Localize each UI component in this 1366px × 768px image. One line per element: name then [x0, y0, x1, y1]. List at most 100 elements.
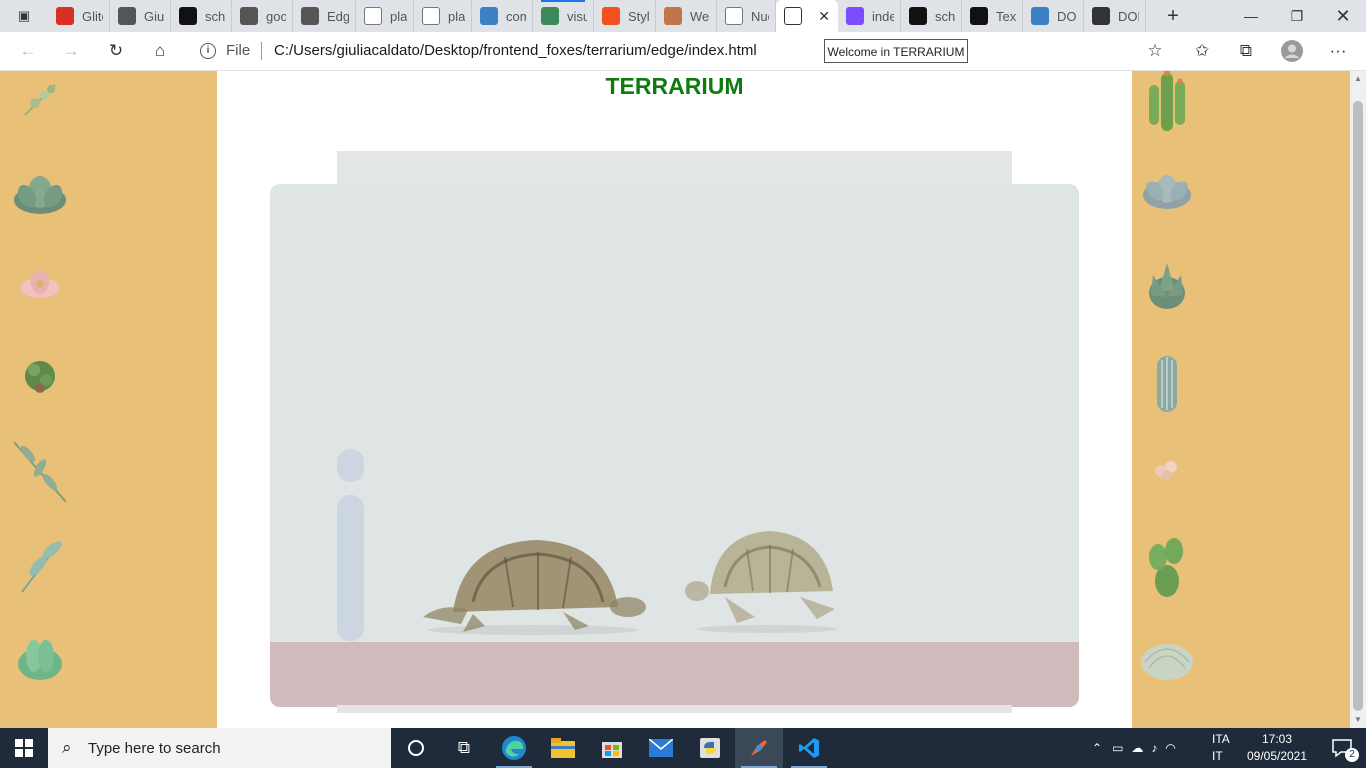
tab-10[interactable]: Style	[594, 0, 656, 32]
minimize-icon[interactable]: —	[1228, 0, 1274, 32]
tab-label: Nuo	[751, 8, 769, 24]
tab-16[interactable]: Text	[962, 0, 1023, 32]
jar-body	[270, 184, 1079, 707]
tab-9[interactable]: visua	[533, 0, 594, 32]
close-tab-icon[interactable]: ✕	[818, 8, 830, 25]
windows-color-icon	[602, 7, 620, 25]
tab-label: Style	[628, 8, 649, 24]
tab-15[interactable]: scho	[901, 0, 962, 32]
chevron-up-icon[interactable]: ⌃	[1092, 741, 1102, 755]
scroll-down-icon[interactable]: ▼	[1350, 712, 1366, 728]
close-window-icon[interactable]: ✕	[1320, 0, 1366, 32]
plant-12[interactable]	[1132, 434, 1202, 504]
github-icon	[301, 7, 319, 25]
windows-start-icon[interactable]	[0, 728, 48, 768]
taskbar-search-box[interactable]: ⌕ Type here to search	[48, 728, 391, 768]
browser-toolbar: ← → ↻ ⌂ i File C:/Users/giuliacaldato/De…	[0, 32, 1366, 71]
clock[interactable]: 17:03 09/05/2021	[1242, 731, 1312, 765]
store-icon[interactable]	[588, 728, 636, 768]
address-bar[interactable]: i File C:/Users/giuliacaldato/Desktop/fr…	[188, 36, 1178, 66]
book-icon	[541, 7, 559, 25]
bing-icon	[480, 7, 498, 25]
scroll-thumb[interactable]	[1353, 101, 1363, 711]
info-icon[interactable]: i	[200, 43, 216, 59]
tab-actions-icon[interactable]: ▣	[8, 4, 40, 28]
plant-6[interactable]	[5, 531, 75, 601]
tab-label: Edge	[327, 8, 349, 24]
url-text[interactable]: C:/Users/giuliacaldato/Desktop/frontend_…	[274, 42, 757, 59]
file-explorer-icon[interactable]	[539, 728, 587, 768]
favorites-icon[interactable]: ✩	[1187, 37, 1217, 65]
tab-label: DOM	[1057, 8, 1077, 24]
plant-2[interactable]	[5, 159, 75, 229]
restore-icon[interactable]: ❐	[1274, 0, 1320, 32]
protocol-label: File	[226, 42, 251, 59]
keyboard-layout: IT	[1212, 749, 1223, 763]
plant-8[interactable]	[1132, 71, 1202, 135]
tab-7[interactable]: plan	[414, 0, 472, 32]
tab-11[interactable]: Web	[656, 0, 717, 32]
terrarium-container: TERRARIUM	[217, 71, 1132, 728]
edge-m-icon	[664, 7, 682, 25]
task-view-icon[interactable]: ⧉	[440, 728, 488, 768]
tab-6[interactable]: plan	[356, 0, 414, 32]
tab-1[interactable]: Glitc	[48, 0, 110, 32]
tab-13[interactable]: ✕	[776, 0, 838, 32]
plant-4[interactable]	[5, 343, 75, 413]
refresh-icon[interactable]: ↻	[101, 37, 131, 65]
plant-10[interactable]	[1132, 251, 1202, 321]
volume-icon[interactable]: ♪	[1151, 741, 1157, 755]
python-icon[interactable]	[686, 728, 734, 768]
device-icon[interactable]: ▭	[1112, 741, 1123, 755]
wifi-icon[interactable]: ◠	[1165, 741, 1175, 755]
new-tab-button[interactable]: +	[1160, 4, 1186, 28]
edge-app-icon[interactable]	[490, 728, 538, 768]
notification-center-icon[interactable]: 2	[1318, 728, 1366, 768]
plant-11[interactable]	[1132, 348, 1202, 418]
plant-1[interactable]	[5, 71, 75, 135]
scroll-up-icon[interactable]: ▲	[1350, 71, 1366, 87]
profile-avatar[interactable]	[1277, 37, 1307, 65]
input-language[interactable]: ITA IT	[1212, 731, 1238, 765]
tab-label: visua	[567, 8, 587, 24]
tab-strip: ▣ Glitc Giuli scho goo Edge plan plan com visua S…	[0, 0, 1366, 32]
plant-9[interactable]	[1132, 157, 1202, 227]
jar-dirt	[270, 642, 1079, 707]
collections-icon[interactable]: ⧉	[1231, 37, 1261, 65]
tab-12[interactable]: Nuo	[717, 0, 776, 32]
onedrive-cloud-icon[interactable]: ☁	[1131, 741, 1143, 755]
tab-label: inde	[872, 8, 894, 24]
tab-3[interactable]: scho	[171, 0, 232, 32]
forward-icon[interactable]: →	[56, 37, 86, 65]
tab-2[interactable]: Giuli	[110, 0, 171, 32]
tab-5[interactable]: Edge	[293, 0, 356, 32]
github-icon	[909, 7, 927, 25]
new-tab-icon	[725, 7, 743, 25]
tab-4[interactable]: goo	[232, 0, 293, 32]
page-title: TERRARIUM	[605, 73, 744, 99]
more-menu-icon[interactable]: ···	[1323, 37, 1353, 65]
plant-3[interactable]	[5, 249, 75, 319]
home-icon[interactable]: ⌂	[145, 37, 175, 65]
cortana-icon[interactable]	[392, 728, 440, 768]
tab-label: Web	[690, 8, 710, 24]
paint-app-icon[interactable]	[735, 728, 783, 768]
notification-count-badge: 2	[1345, 748, 1359, 762]
vertical-scrollbar[interactable]: ▲ ▼	[1350, 71, 1366, 728]
plant-13[interactable]	[1132, 531, 1202, 601]
tab-17[interactable]: DOM	[1023, 0, 1084, 32]
back-icon[interactable]: ←	[13, 37, 43, 65]
plant-7[interactable]	[5, 624, 75, 694]
wrench-icon	[1092, 7, 1110, 25]
page-icon	[422, 7, 440, 25]
plant-5[interactable]	[5, 437, 75, 507]
language-code: ITA	[1212, 732, 1230, 746]
vscode-icon[interactable]	[785, 728, 833, 768]
tab-14[interactable]: inde	[838, 0, 901, 32]
add-favorite-icon[interactable]: ☆	[1140, 37, 1170, 65]
mail-icon[interactable]	[637, 728, 685, 768]
tab-18[interactable]: DOM	[1084, 0, 1146, 32]
tab-8[interactable]: com	[472, 0, 533, 32]
right-plant-holder	[1132, 71, 1212, 728]
plant-14[interactable]	[1132, 624, 1202, 694]
